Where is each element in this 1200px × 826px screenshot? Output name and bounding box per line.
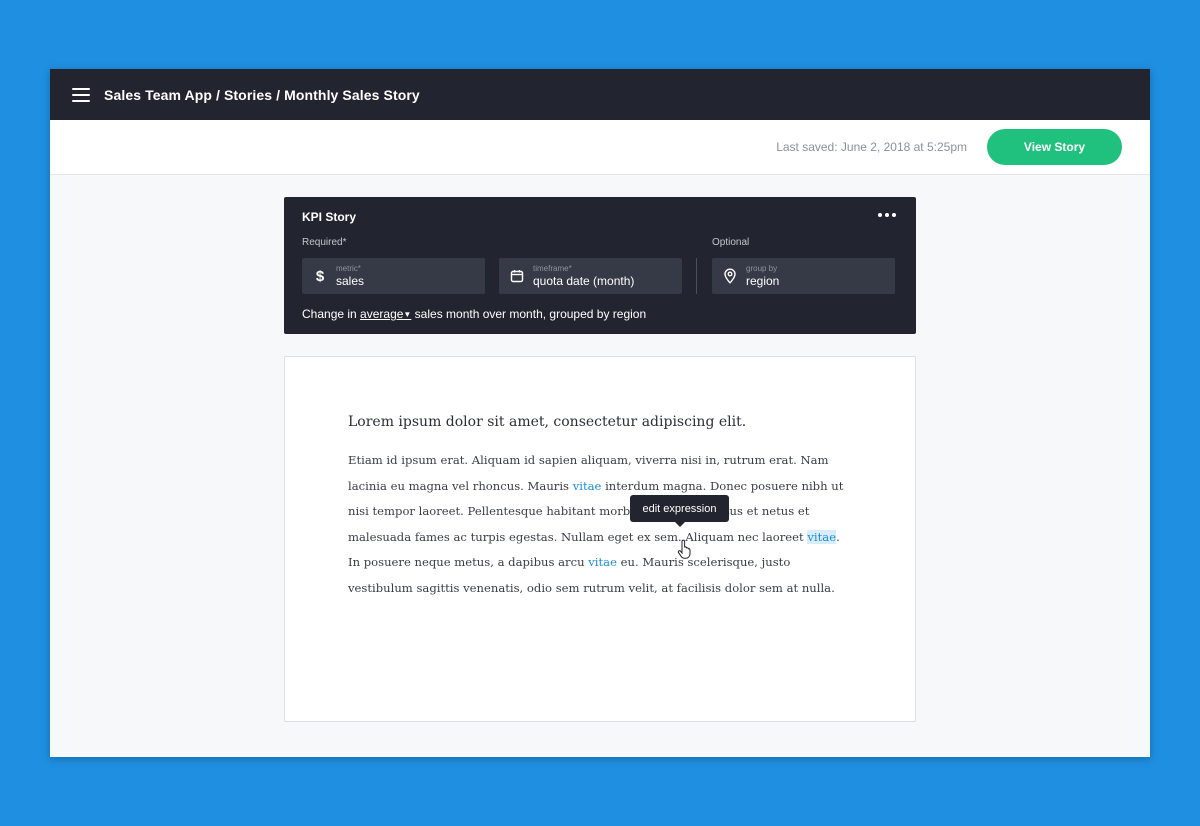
view-story-button[interactable]: View Story (987, 129, 1122, 165)
timeframe-field[interactable]: timeframe* quota date (month) (499, 258, 682, 294)
metric-field[interactable]: $ metric* sales (302, 258, 485, 294)
edit-expression-tooltip: edit expression (630, 495, 729, 527)
kpi-summary-sentence: Change in average▼ sales month over mont… (302, 307, 646, 321)
required-label: Required* (302, 237, 347, 248)
dollar-icon: $ (315, 267, 325, 285)
more-options-icon[interactable] (878, 213, 896, 217)
sentence-prefix: Change in (302, 307, 361, 321)
expression-token[interactable]: vitae (588, 555, 617, 569)
expression-token-hovered[interactable]: vitae (807, 529, 837, 544)
story-editor[interactable]: Lorem ipsum dolor sit amet, consectetur … (284, 356, 916, 722)
timeframe-field-label: timeframe* (533, 264, 572, 273)
metric-field-label: metric* (336, 264, 361, 273)
calendar-icon (509, 268, 525, 284)
sentence-suffix: sales month over month, grouped by regio… (411, 307, 647, 321)
optional-label: Optional (712, 237, 750, 248)
location-pin-icon (722, 268, 738, 284)
action-bar: Last saved: June 2, 2018 at 5:25pm View … (50, 120, 1150, 175)
group-by-field-label: group by (746, 264, 778, 273)
aggregation-dropdown[interactable]: average▼ (360, 307, 411, 321)
app-window: Sales Team App / Stories / Monthly Sales… (50, 69, 1150, 757)
group-by-field-value: region (746, 274, 780, 288)
breadcrumb[interactable]: Sales Team App / Stories / Monthly Sales… (104, 87, 420, 103)
group-by-field[interactable]: group by region (712, 258, 895, 294)
metric-field-value: sales (336, 274, 365, 288)
kpi-story-title: KPI Story (302, 210, 357, 224)
field-divider (696, 258, 697, 294)
kpi-story-panel: KPI Story Required* Optional $ metric* s… (284, 197, 916, 334)
timeframe-field-value: quota date (month) (533, 274, 635, 288)
hamburger-icon[interactable] (72, 87, 90, 102)
hand-cursor-icon (677, 539, 693, 559)
last-saved-status: Last saved: June 2, 2018 at 5:25pm (776, 140, 967, 154)
top-navigation-bar: Sales Team App / Stories / Monthly Sales… (50, 69, 1150, 120)
aggregation-value: average (360, 307, 404, 321)
story-paragraph[interactable]: Etiam id ipsum erat. Aliquam id sapien a… (348, 448, 853, 602)
story-heading[interactable]: Lorem ipsum dolor sit amet, consectetur … (348, 414, 746, 430)
expression-token[interactable]: vitae (573, 479, 602, 493)
